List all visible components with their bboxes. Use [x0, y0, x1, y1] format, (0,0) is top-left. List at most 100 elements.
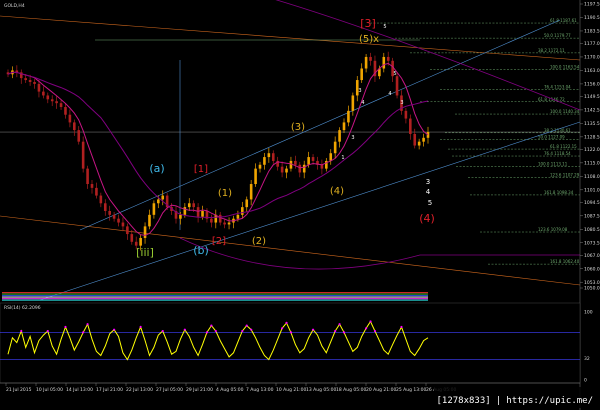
price-tick-label: 1073.5	[584, 240, 600, 246]
fib-level-label: 50.0 1127.09	[538, 135, 565, 140]
fib-level-label: 161.8 1098.34	[544, 190, 574, 195]
volume-band	[2, 292, 428, 294]
candle-bear	[95, 187, 98, 196]
rsi-overbought-point	[250, 328, 253, 331]
candle-bull	[285, 168, 288, 173]
price-tick-label: 1190.5	[584, 15, 600, 21]
candle-bull	[329, 153, 333, 161]
candle-bull	[179, 214, 182, 219]
price-axis-ticks: 1197.5 1190.5 1183.5 1177.0 1170.0 1163.0 1156…	[580, 2, 600, 292]
rsi-panel	[0, 302, 581, 384]
fib-level-label: 123.6 1107.29	[550, 173, 580, 178]
candle-bull	[417, 141, 421, 146]
time-tick-label: 10 Aug 21:00	[276, 387, 306, 393]
rsi-overbought-point	[373, 329, 377, 333]
price-tick-label: 1050.0	[584, 286, 600, 292]
candle-bear	[280, 166, 284, 173]
candle-bear	[90, 184, 94, 188]
candle-bull	[360, 68, 363, 81]
price-tick-label: 1080.5	[584, 227, 600, 233]
candle-bear	[223, 222, 226, 225]
price-panel	[0, 0, 580, 292]
price-tick-label: 1142.5	[584, 107, 600, 113]
price-tick-label: 1197.5	[584, 2, 600, 8]
price-tick-label: 1135.5	[584, 121, 600, 127]
rsi-overbought-point	[342, 331, 346, 334]
candle-bear	[409, 118, 412, 134]
candle-bear	[130, 234, 134, 242]
time-tick-label: 29 Jul 21:00	[186, 387, 213, 393]
wave-label: [iii]	[136, 246, 154, 259]
price-tick-label: 1060.0	[584, 266, 600, 272]
rsi-overbought-point	[210, 324, 213, 327]
candle-bear	[42, 91, 45, 96]
candle-bear	[196, 207, 200, 217]
candle-bear	[55, 101, 58, 104]
candle-bear	[298, 164, 302, 173]
time-tick-label: 7 Aug 13:00	[246, 387, 274, 393]
watermark-size: [1278x833]	[436, 396, 491, 406]
rsi-overbought-point	[139, 325, 142, 329]
chart-window: 61.8 1187.61 50.0 1179.77 38.2 1172.11 100.…	[0, 0, 600, 410]
candle-bear	[64, 107, 67, 115]
rsi-overbought-point	[113, 328, 116, 331]
volume-band	[2, 299, 428, 301]
candle-bull	[241, 207, 244, 215]
volume-band	[2, 293, 428, 295]
watermark: [1278x833] | https://upic.me/	[433, 387, 596, 408]
candle-bull	[152, 203, 156, 215]
candle-bear	[73, 122, 76, 131]
time-tick-label: 10 Jul 05:00	[36, 387, 63, 393]
time-axis-ticks: 21 Jul 2015 10 Jul 05:00 14 Jul 13:00 17 Ju…	[5, 383, 456, 393]
wave-label: 3	[426, 178, 430, 186]
candle-bear	[86, 168, 89, 185]
fib-level-label: 76.4 1153.04	[544, 85, 571, 90]
candle-bull	[333, 141, 337, 154]
wave-label: (3)	[291, 122, 305, 133]
price-tick-label: 1170.0	[584, 55, 600, 61]
candle-bear	[404, 110, 408, 119]
watermark-separator: |	[495, 396, 502, 406]
watermark-url[interactable]: https://upic.me/	[506, 396, 593, 406]
candle-bull	[364, 56, 368, 69]
subwave-label: 4	[361, 100, 364, 106]
fib-level-label: 50.0 1179.77	[544, 33, 571, 38]
candle-bear	[126, 226, 129, 235]
candle-bear	[28, 80, 32, 82]
candle-bear	[121, 222, 125, 227]
candle-bear	[33, 81, 36, 84]
candle-bull	[289, 160, 293, 169]
candle-bull	[249, 184, 253, 200]
rsi-overbought-point	[161, 329, 164, 333]
rsi-tick-label: 32	[584, 356, 590, 362]
candle-bear	[311, 157, 315, 161]
rsi-overbought-point	[369, 320, 372, 323]
candle-bull	[426, 132, 430, 138]
subwave-label: 3	[351, 135, 354, 141]
rsi-overbought-point	[241, 329, 244, 333]
candle-bear	[77, 130, 81, 142]
chart-canvas: 61.8 1187.6150.0 1179.7738.2 1172.11100.…	[0, 0, 600, 410]
rsi-axis-ticks: 100 32 0	[584, 310, 593, 384]
rsi-overbought-point	[214, 329, 217, 333]
rsi-tick-label: 100	[584, 310, 593, 316]
price-tick-label: 1087.5	[584, 213, 600, 219]
candle-bull	[342, 122, 346, 131]
subwave-label: 3	[358, 88, 361, 94]
wave-label: (1)	[218, 188, 232, 199]
candle-bull	[382, 56, 386, 69]
candle-bull	[148, 214, 151, 227]
candle-bull	[254, 168, 257, 185]
wave-label: 5	[428, 199, 432, 207]
subwave-label: 3	[400, 100, 403, 106]
wave-label: 4	[426, 188, 431, 196]
rsi-tick-label: 0	[584, 378, 587, 384]
rsi-overbought-point	[289, 331, 293, 334]
candle-bear	[210, 218, 213, 223]
candle-bull	[157, 199, 160, 204]
volume-band	[2, 298, 428, 300]
candle-bear	[320, 164, 324, 169]
candle-bull	[227, 222, 231, 225]
candle-bear	[386, 56, 390, 61]
rsi-overbought-point	[365, 327, 368, 330]
